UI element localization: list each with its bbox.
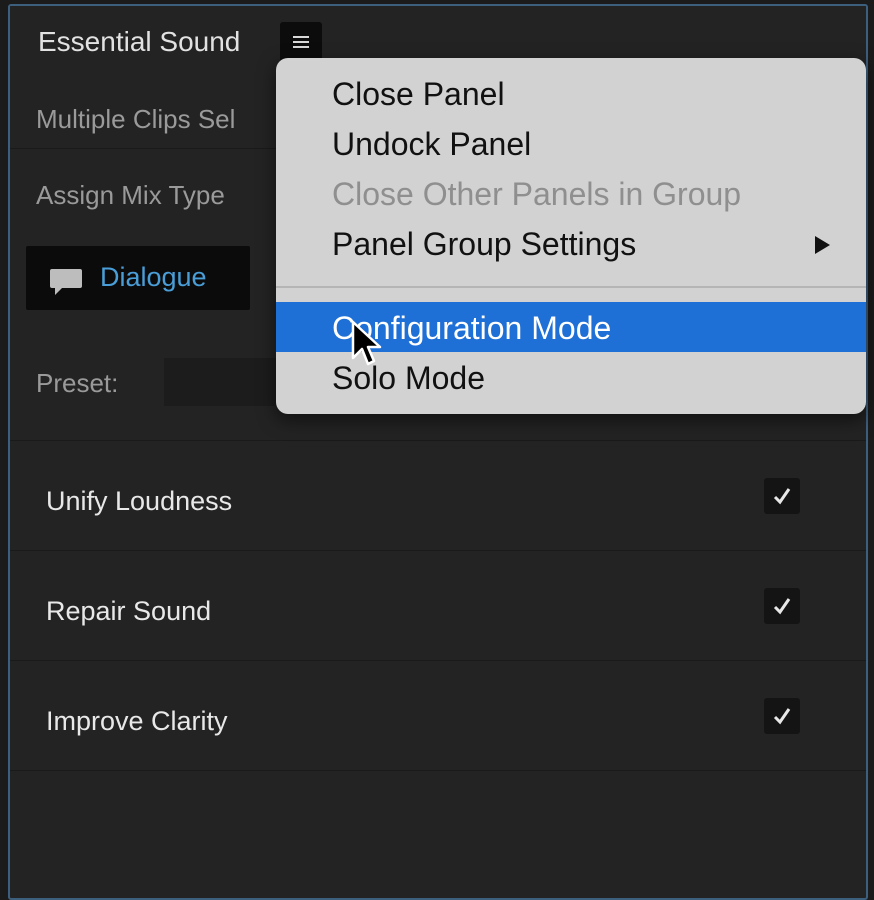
unify-loudness-label: Unify Loudness [46,486,233,516]
menu-separator [276,286,866,288]
assign-mix-type-label: Assign Mix Type [36,180,225,210]
checkmark-icon [773,598,791,615]
dialogue-button[interactable]: Dialogue [26,246,250,310]
mouse-cursor-icon [351,320,382,366]
menu-item-label: Panel Group Settings [332,226,637,262]
speech-bubble-icon [50,269,82,295]
hamburger-icon [293,36,309,48]
menu-item-close-other-panels: Close Other Panels in Group [276,168,866,218]
menu-item-label: Undock Panel [332,126,532,162]
panel-menu-button[interactable] [280,22,322,62]
divider [10,660,866,661]
unify-loudness-checkbox[interactable] [764,478,800,514]
menu-item-label: Close Other Panels in Group [332,176,742,212]
divider [10,770,866,771]
selection-status: Multiple Clips Sel [36,104,236,134]
repair-sound-checkbox[interactable] [764,588,800,624]
dialogue-label: Dialogue [100,262,207,292]
checkmark-icon [773,488,791,505]
repair-sound-label: Repair Sound [46,596,212,626]
menu-item-close-panel[interactable]: Close Panel [276,68,866,118]
divider [10,440,866,441]
submenu-arrow-icon [815,236,830,254]
improve-clarity-checkbox[interactable] [764,698,800,734]
checkmark-icon [773,708,791,725]
preset-label: Preset: [36,368,119,398]
divider [10,550,866,551]
menu-item-panel-group-settings[interactable]: Panel Group Settings [276,218,866,268]
menu-item-undock-panel[interactable]: Undock Panel [276,118,866,168]
panel-title: Essential Sound [38,26,241,57]
improve-clarity-label: Improve Clarity [46,706,228,736]
menu-item-label: Close Panel [332,76,505,112]
